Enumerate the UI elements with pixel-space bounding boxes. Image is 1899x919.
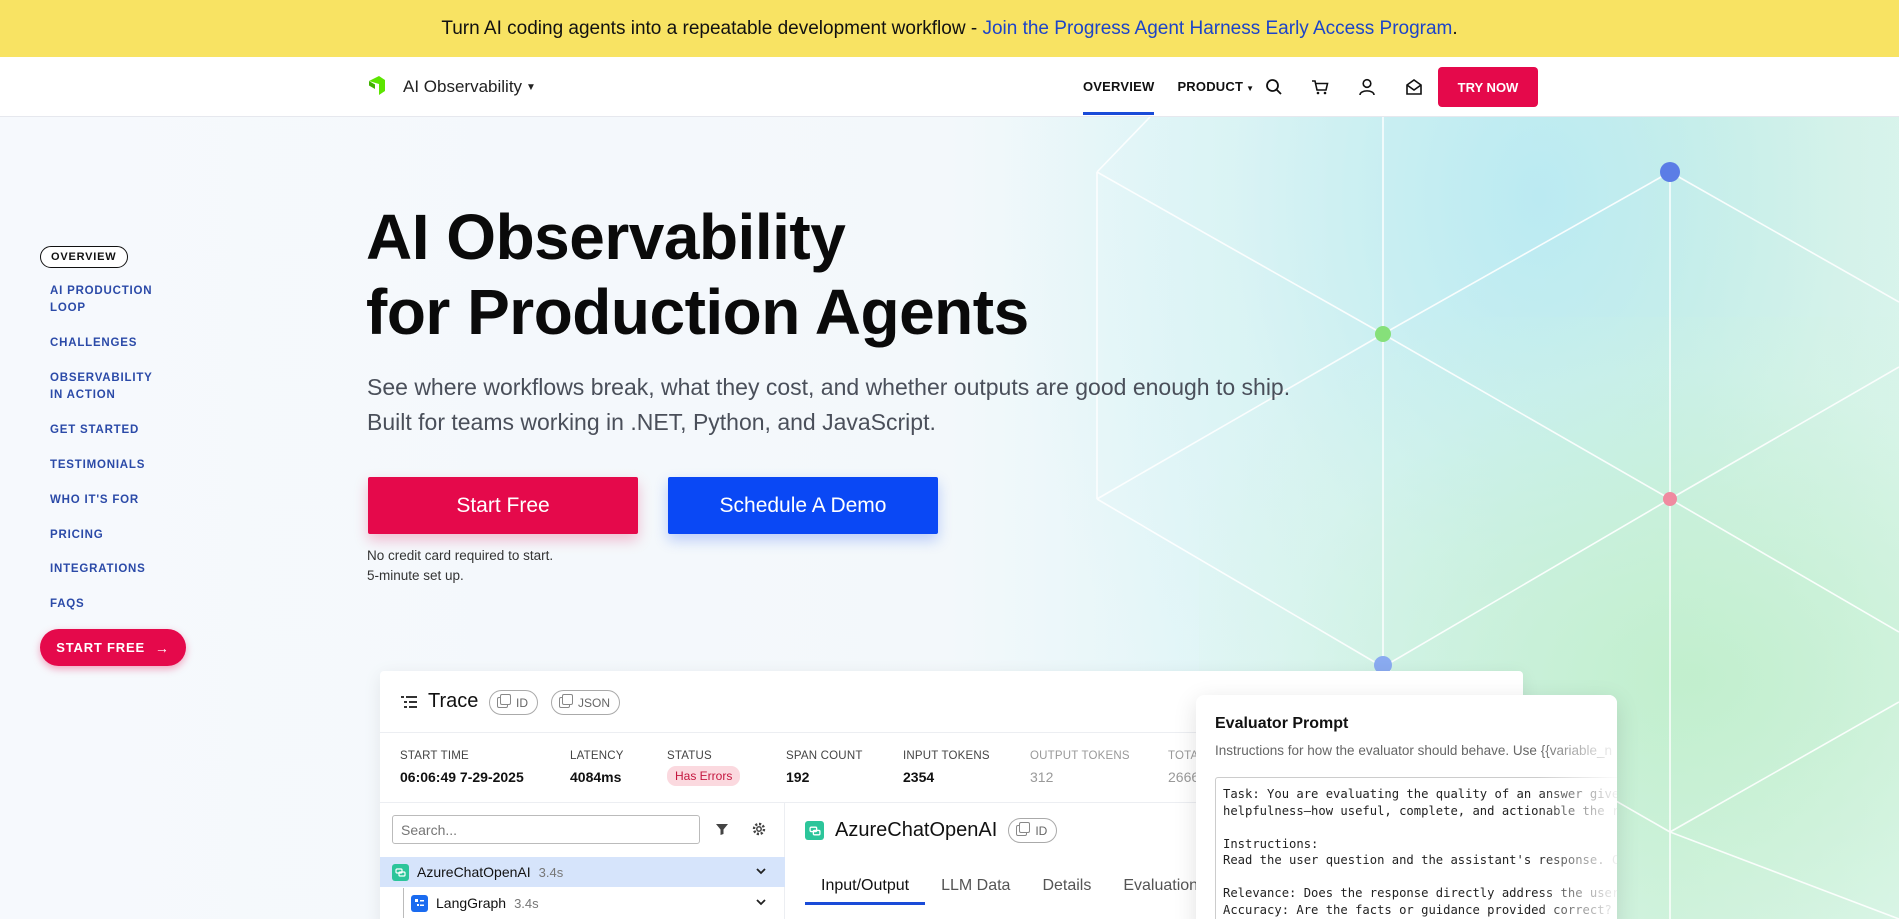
tree-row-name: LangGraph <box>436 895 507 911</box>
copy-json-label: JSON <box>578 695 611 710</box>
stat-input-tokens: INPUT TOKENS 2354 <box>903 750 990 785</box>
copy-id-button[interactable]: ID <box>489 690 538 715</box>
schedule-demo-button[interactable]: Schedule A Demo <box>668 477 938 534</box>
stat-label: INPUT TOKENS <box>903 750 990 762</box>
stat-status: STATUS Has Errors <box>667 750 741 786</box>
tab-input-output[interactable]: Input/Output <box>805 877 926 905</box>
list-tree-icon <box>401 696 417 708</box>
sidenav-item-testimonials[interactable]: TESTIMONIALS <box>50 457 170 474</box>
trace-title: Trace <box>428 690 479 712</box>
gear-icon[interactable] <box>751 821 767 837</box>
stat-value: 192 <box>786 769 810 785</box>
main-menu: OVERVIEW PRODUCT ▼ <box>1083 57 1254 117</box>
stat-label: LATENCY <box>570 750 624 762</box>
hero-note-line1: No credit card required to start. <box>367 548 554 563</box>
tab-llm-data[interactable]: LLM Data <box>925 877 1026 903</box>
stat-label: OUTPUT TOKENS <box>1030 750 1130 762</box>
evaluator-prompt-panel: Evaluator Prompt Instructions for how th… <box>1196 695 1617 919</box>
product-name-label: AI Observability <box>403 77 523 96</box>
section-sidenav: OVERVIEW AI PRODUCTION LOOP CHALLENGES O… <box>40 246 186 666</box>
copy-icon <box>1016 822 1031 836</box>
stat-start-time: START TIME 06:06:49 7-29-2025 <box>400 750 524 785</box>
copy-icon <box>497 694 511 708</box>
chat-icon <box>805 821 824 840</box>
user-icon[interactable] <box>1357 77 1377 97</box>
graph-icon <box>411 894 428 912</box>
search-icon[interactable] <box>1264 77 1284 97</box>
chat-icon <box>392 863 409 881</box>
product-switcher[interactable]: AI Observability ▼ <box>403 77 536 97</box>
sidenav-start-free-label: START FREE <box>56 640 145 655</box>
sidenav-start-free-button[interactable]: START FREE → <box>40 629 186 666</box>
tab-details[interactable]: Details <box>1026 877 1107 903</box>
hero-subtitle: See where workflows break, what they cos… <box>367 370 1327 440</box>
tree-row-name: AzureChatOpenAI <box>417 864 531 880</box>
sidenav-item-integrations[interactable]: INTEGRATIONS <box>50 561 170 578</box>
filter-icon[interactable] <box>714 821 730 837</box>
span-detail-tabs: Input/Output LLM Data Details Evaluation… <box>805 877 1222 905</box>
start-free-button[interactable]: Start Free <box>368 477 638 534</box>
stat-span-count: SPAN COUNT 192 <box>786 750 863 785</box>
tree-row-azurechatopenai[interactable]: AzureChatOpenAI 3.4s <box>380 857 785 887</box>
hero-title-line1: AI Observability <box>366 201 846 273</box>
stat-latency: LATENCY 4084ms <box>570 750 624 785</box>
mail-icon[interactable] <box>1404 77 1424 97</box>
sidenav-item-observability-in-action[interactable]: OBSERVABILITY IN ACTION <box>50 370 160 404</box>
sidenav-item-get-started[interactable]: GET STARTED <box>50 422 170 439</box>
hero-note: No credit card required to start. 5-minu… <box>367 546 553 586</box>
copy-id-label: ID <box>516 695 528 710</box>
sidenav-item-pricing[interactable]: PRICING <box>50 527 170 544</box>
status-badge: Has Errors <box>667 766 741 786</box>
evaluator-title: Evaluator Prompt <box>1215 715 1349 732</box>
span-tree-pane: AzureChatOpenAI 3.4s LangGraph 3.4s <box>380 803 785 919</box>
stat-total-tokens: TOTA 2666 <box>1168 750 1199 785</box>
copy-span-id-label: ID <box>1035 823 1048 838</box>
progress-logo-icon[interactable] <box>367 75 387 97</box>
span-detail-title: AzureChatOpenAI <box>835 819 998 841</box>
sidenav-item-faqs[interactable]: FAQS <box>50 596 170 613</box>
chevron-down-icon[interactable] <box>755 896 767 908</box>
stat-value: 06:06:49 7-29-2025 <box>400 769 524 785</box>
tree-row-duration: 3.4s <box>538 864 564 880</box>
sidenav-item-who-its-for[interactable]: WHO IT'S FOR <box>50 492 170 509</box>
copy-span-id-button[interactable]: ID <box>1008 818 1058 843</box>
top-nav: AI Observability ▼ OVERVIEW PRODUCT ▼ TRY … <box>0 57 1899 117</box>
stat-label: TOTA <box>1168 750 1199 762</box>
chevron-down-icon[interactable] <box>755 865 767 877</box>
hero-title-line2: for Production Agents <box>366 276 1029 348</box>
stat-value: 2354 <box>903 769 935 785</box>
hero-note-line2: 5-minute set up. <box>367 568 464 583</box>
nav-product[interactable]: PRODUCT ▼ <box>1177 57 1254 117</box>
hero-subtitle-line1: See where workflows break, what they cos… <box>367 374 1291 400</box>
sidenav-item-ai-production-loop[interactable]: AI PRODUCTION LOOP <box>50 283 160 317</box>
try-now-button[interactable]: TRY NOW <box>1438 67 1538 107</box>
announcement-banner: Turn AI coding agents into a repeatable … <box>0 0 1899 57</box>
arrow-right-icon: → <box>154 639 170 656</box>
copy-json-button[interactable]: JSON <box>551 690 621 715</box>
caret-down-icon: ▼ <box>526 82 536 94</box>
cart-icon[interactable] <box>1310 77 1330 97</box>
banner-end: . <box>1452 17 1458 39</box>
caret-down-icon: ▼ <box>1246 84 1255 93</box>
sidenav-item-challenges[interactable]: CHALLENGES <box>50 335 170 352</box>
copy-icon <box>559 694 573 708</box>
stat-label: START TIME <box>400 750 469 762</box>
banner-link[interactable]: Join the Progress Agent Harness Early Ac… <box>982 18 1452 40</box>
stat-value: 4084ms <box>570 769 622 785</box>
stat-label: SPAN COUNT <box>786 750 863 762</box>
span-detail-header: AzureChatOpenAI ID <box>805 818 1058 843</box>
banner-text: Turn AI coding agents into a repeatable … <box>441 17 978 39</box>
stat-label: STATUS <box>667 750 712 762</box>
nav-product-label: PRODUCT <box>1177 79 1244 94</box>
sidenav-item-overview[interactable]: OVERVIEW <box>40 246 128 268</box>
hero-title: AI Observability for Production Agents <box>366 200 1066 350</box>
stat-output-tokens: OUTPUT TOKENS 312 <box>1030 750 1130 785</box>
hero-subtitle-line2: Built for teams working in .NET, Python,… <box>367 409 936 435</box>
tree-row-duration: 3.4s <box>514 895 539 911</box>
nav-overview[interactable]: OVERVIEW <box>1083 57 1155 117</box>
tree-row-langgraph[interactable]: LangGraph 3.4s <box>380 888 785 918</box>
stat-value: 312 <box>1030 769 1054 785</box>
span-search-input[interactable] <box>392 815 700 844</box>
stat-value: 2666 <box>1168 769 1200 785</box>
